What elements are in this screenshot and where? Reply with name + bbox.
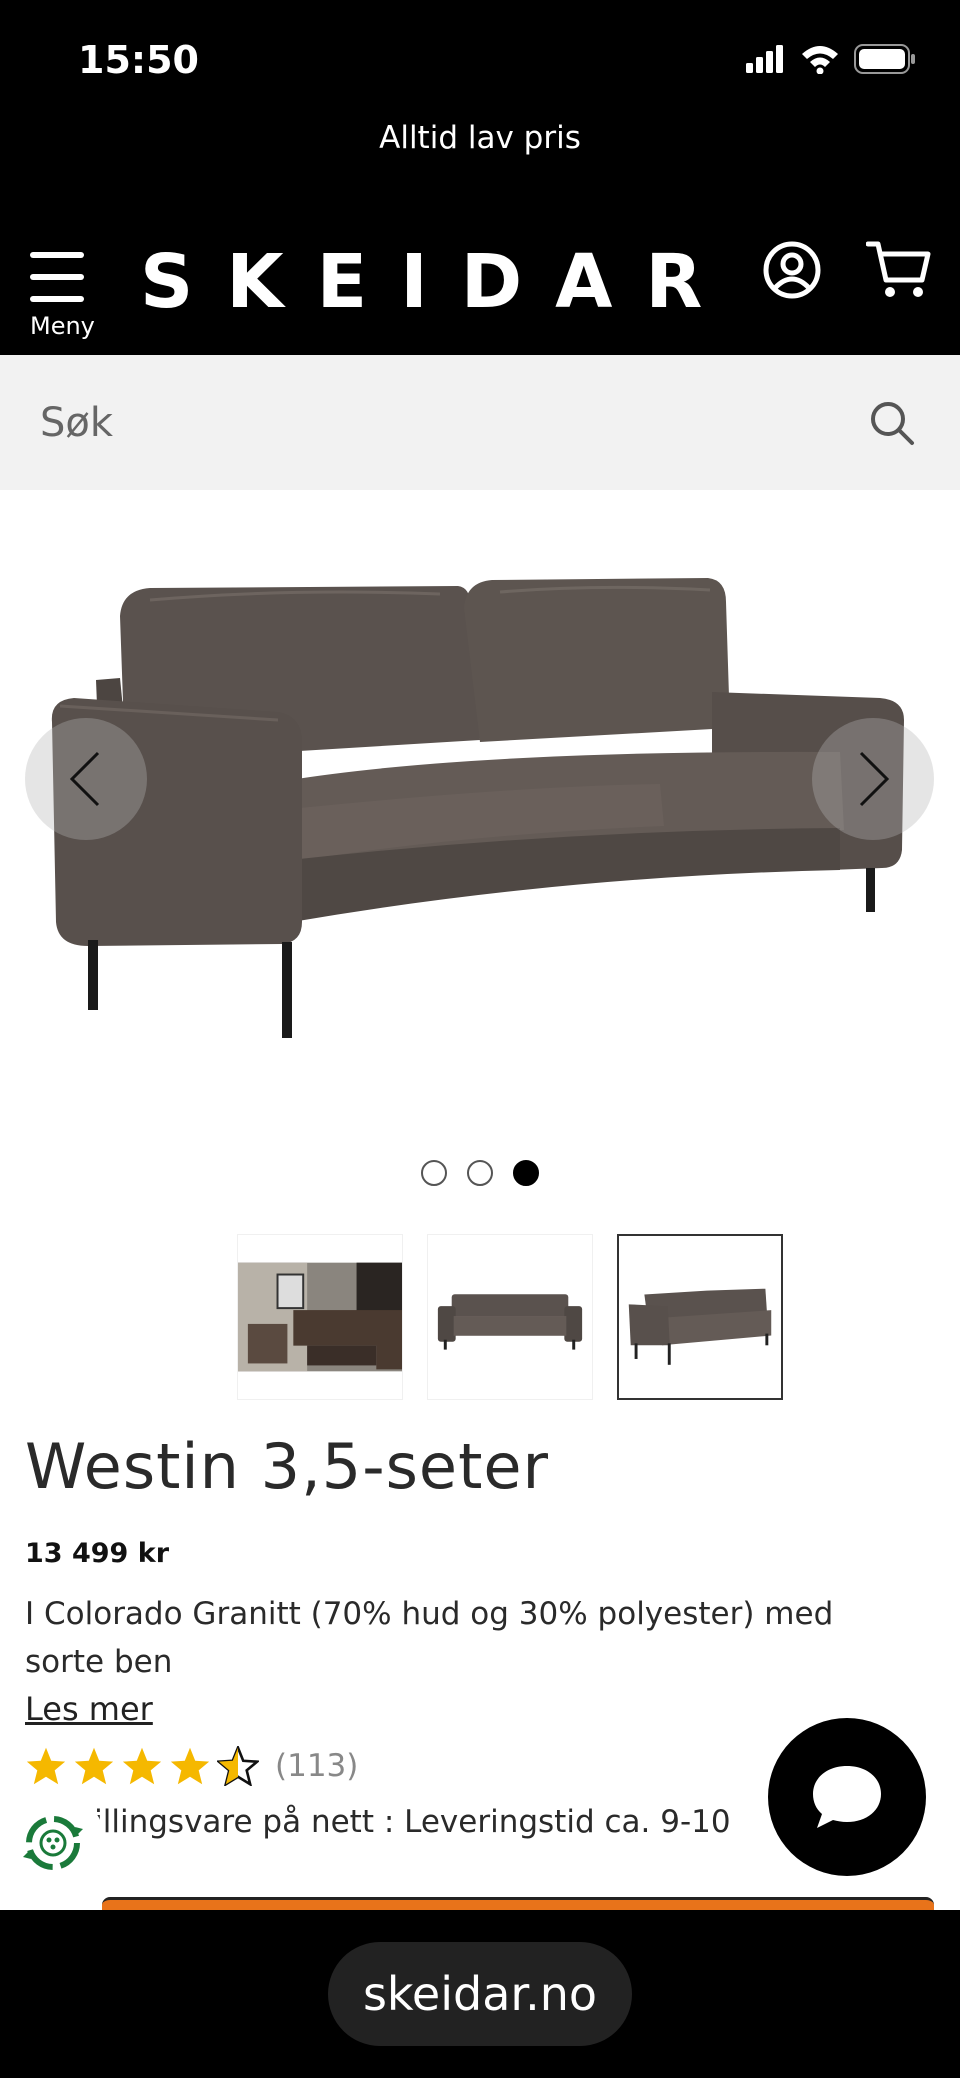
wifi-icon: [802, 46, 838, 74]
star-full-icon: [74, 1747, 114, 1785]
thumbnail-image: [628, 1288, 772, 1365]
star-full-icon: [122, 1747, 162, 1785]
carousel-pagination: [0, 1160, 960, 1186]
thumbnail-angle[interactable]: [617, 1234, 783, 1400]
star-full-icon: [170, 1747, 210, 1785]
site-header: Meny SKEIDAR: [0, 210, 960, 355]
skeidar-logo[interactable]: SKEIDAR: [140, 232, 735, 332]
thumbnail-lifestyle[interactable]: [237, 1234, 403, 1400]
battery-icon: [854, 44, 915, 74]
carousel-dot-active[interactable]: [513, 1160, 539, 1186]
star-full-icon: [26, 1747, 66, 1785]
promo-banner[interactable]: Alltid lav pris: [0, 110, 960, 210]
status-bar: 15:50: [0, 0, 960, 110]
chat-bubble-icon: [813, 1766, 881, 1828]
cellular-signal-icon: [746, 45, 783, 73]
thumbnail-image: [238, 1262, 402, 1372]
hamburger-icon: [30, 252, 84, 302]
browser-address-bar: skeidar.no: [0, 1910, 960, 2078]
carousel-next-button[interactable]: [812, 718, 934, 840]
product-image-sofa: [51, 578, 904, 1038]
status-time: 15:50: [78, 38, 199, 82]
chevron-left-icon: [69, 751, 100, 807]
promo-text: Alltid lav pris: [379, 120, 581, 156]
thumbnail-front[interactable]: [427, 1234, 593, 1400]
eco-badge[interactable]: [0, 1790, 105, 1895]
chat-button[interactable]: [768, 1718, 926, 1876]
user-icon: [763, 241, 821, 299]
chevron-right-icon: [859, 751, 890, 807]
rating-count: (113): [275, 1748, 359, 1784]
cart-button[interactable]: [865, 238, 932, 302]
carousel-dot[interactable]: [421, 1160, 447, 1186]
product-price: 13 499 kr: [25, 1538, 170, 1569]
product-rating[interactable]: (113): [25, 1746, 358, 1786]
carousel-prev-button[interactable]: [25, 718, 147, 840]
product-description: I Colorado Granitt (70% hud og 30% polye…: [25, 1596, 834, 1680]
star-half-icon: [217, 1746, 259, 1786]
read-more-link[interactable]: Les mer: [25, 1690, 153, 1728]
shopping-cart-icon: [865, 241, 931, 297]
search-icon: [871, 402, 914, 445]
delivery-info: tillingsvare på nett : Leveringstid ca. …: [82, 1804, 731, 1840]
search-bar: [0, 355, 960, 490]
menu-label: Meny: [30, 312, 95, 340]
product-title: Westin 3,5-seter: [25, 1430, 550, 1503]
product-image-carousel[interactable]: [0, 490, 960, 1130]
eco-recycle-icon: [22, 1815, 83, 1870]
thumbnail-image: [437, 1294, 583, 1350]
url-field[interactable]: skeidar.no: [328, 1942, 632, 2046]
search-input[interactable]: [40, 385, 820, 460]
account-button[interactable]: [762, 240, 822, 300]
status-icons: [746, 44, 916, 74]
carousel-dot[interactable]: [467, 1160, 493, 1186]
search-button[interactable]: [868, 399, 916, 447]
page: 15:50 Alltid lav pris Meny SKEIDAR Søk W…: [0, 0, 960, 2078]
menu-button[interactable]: Meny: [26, 240, 100, 340]
thumbnail-strip: [237, 1234, 783, 1400]
